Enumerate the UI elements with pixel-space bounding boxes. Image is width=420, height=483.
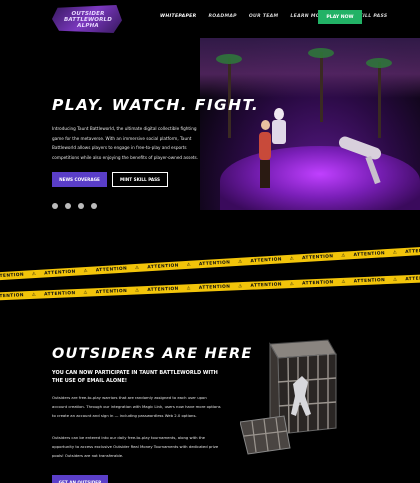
cage-illustration [240,339,337,455]
play-now-button[interactable]: PLAY NOW [318,10,362,24]
social-links [52,203,97,209]
fighter-figure [256,118,274,188]
nav-link-whitepaper[interactable]: WHITEPAPER [160,14,196,19]
nav-link-roadmap[interactable]: ROADMAP [208,14,236,19]
palm-tree [378,62,381,138]
palm-tree [320,52,323,122]
section-paragraph: Outsiders can be entered into our daily … [52,435,219,458]
attention-tape: ⚠ ATTENTION ⚠ ATTENTION ⚠ ATTENTION ⚠ AT… [0,272,420,302]
top-nav: OUTSIDER BATTLEWORLD ALPHA WHITEPAPER RO… [0,0,420,36]
section-subtitle: YOU CAN NOW PARTICIPATE IN TAUNT BATTLEW… [52,370,218,385]
get-outsider-button[interactable]: GET AN OUTSIDER [52,475,108,483]
palm-leaf [366,58,392,68]
palm-leaf [308,48,334,58]
attention-tape: ⚠ ATTENTION ⚠ ATTENTION ⚠ ATTENTION ⚠ AT… [0,244,420,282]
hero-sky [200,38,420,98]
fighter-figure [330,134,390,185]
attention-tape-text: ⚠ ATTENTION ⚠ ATTENTION ⚠ ATTENTION ⚠ AT… [0,273,420,300]
twitter-icon[interactable] [65,203,71,209]
youtube-icon[interactable] [78,203,84,209]
mint-skill-pass-button[interactable]: MINT SKILL PASS [112,172,168,187]
logo[interactable]: OUTSIDER BATTLEWORLD ALPHA [52,5,122,33]
logo-line-3: ALPHA [77,23,99,29]
hero-description: Introducing Taunt Battleworld, the ultim… [52,126,199,160]
section-paragraph: Outsiders are free-to-play warriors that… [52,395,221,418]
logo-text: OUTSIDER BATTLEWORLD ALPHA [58,11,118,29]
attention-tape-text: ⚠ ATTENTION ⚠ ATTENTION ⚠ ATTENTION ⚠ AT… [0,245,420,280]
discord-icon[interactable] [52,203,58,209]
arena-floor [220,146,420,210]
section-title: OUTSIDERS ARE HERE [52,346,253,362]
news-coverage-button[interactable]: NEWS COVERAGE [52,172,107,187]
hero-title: PLAY. WATCH. FIGHT. [52,96,260,114]
palm-leaf [216,54,242,64]
nav-link-our-team[interactable]: OUR TEAM [249,14,279,19]
hero-game-screenshot [200,38,420,210]
instagram-icon[interactable] [91,203,97,209]
